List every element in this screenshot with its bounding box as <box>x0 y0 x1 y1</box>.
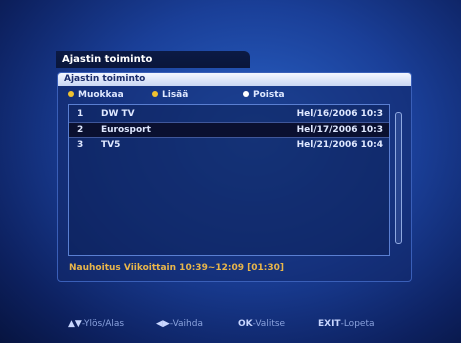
action-legend: Muokkaa Lisää Poista <box>58 89 411 101</box>
hint-switch: ◀▶-Vaihda <box>156 317 203 331</box>
timer-channel: TV5 <box>101 140 121 150</box>
key-hints: ▲▼-Ylös/Alas ◀▶-Vaihda OK-Valitse EXIT-L… <box>0 317 461 331</box>
timer-row-3[interactable]: 3 TV5 Hel/21/2006 10:4 <box>69 138 389 152</box>
timer-number: 2 <box>77 125 84 135</box>
window-title: Ajastin toiminto <box>56 51 250 68</box>
legend-edit[interactable]: Muokkaa <box>68 89 124 101</box>
list-scrollbar[interactable] <box>395 112 402 244</box>
hint-exit: EXIT-Lopeta <box>318 317 374 331</box>
exit-key-label: EXIT <box>318 319 341 329</box>
yellow-dot-icon <box>68 90 74 97</box>
timer-time: Hel/17/2006 10:3 <box>296 125 383 135</box>
panel-header: Ajastin toiminto <box>58 73 411 86</box>
hint-ok-text: -Valitse <box>252 319 286 329</box>
yellow-dot-icon <box>152 90 158 97</box>
timer-channel: DW TV <box>101 109 135 119</box>
timer-time: Hel/21/2006 10:4 <box>296 140 383 150</box>
timer-list: 1 DW TV Hel/16/2006 10:3 2 Eurosport Hel… <box>68 104 390 256</box>
timer-time: Hel/16/2006 10:3 <box>296 109 383 119</box>
timer-number: 3 <box>77 140 84 150</box>
leftright-arrows-icon: ◀▶ <box>156 319 170 329</box>
hint-updown: ▲▼-Ylös/Alas <box>68 317 124 331</box>
legend-delete[interactable]: Poista <box>243 89 285 101</box>
hint-switch-text: -Vaihda <box>169 319 203 329</box>
legend-edit-label: Muokkaa <box>78 90 124 100</box>
ok-key-label: OK <box>238 319 253 329</box>
timer-row-1[interactable]: 1 DW TV Hel/16/2006 10:3 <box>69 107 389 121</box>
legend-add[interactable]: Lisää <box>152 89 188 101</box>
timer-info: Nauhoitus Viikoittain 10:39~12:09 [01:30… <box>69 263 285 273</box>
timer-row-2[interactable]: 2 Eurosport Hel/17/2006 10:3 <box>69 122 389 138</box>
hint-ok: OK-Valitse <box>238 317 285 331</box>
timer-channel: Eurosport <box>101 125 151 135</box>
hint-exit-text: -Lopeta <box>340 319 375 329</box>
legend-delete-label: Poista <box>253 90 285 100</box>
timer-number: 1 <box>77 109 84 119</box>
legend-add-label: Lisää <box>162 90 189 100</box>
white-dot-icon <box>243 90 249 97</box>
timer-panel: Ajastin toiminto Muokkaa Lisää Poista 1 … <box>57 72 412 282</box>
hint-updown-text: -Ylös/Alas <box>81 319 125 329</box>
updown-arrows-icon: ▲▼ <box>68 319 82 329</box>
